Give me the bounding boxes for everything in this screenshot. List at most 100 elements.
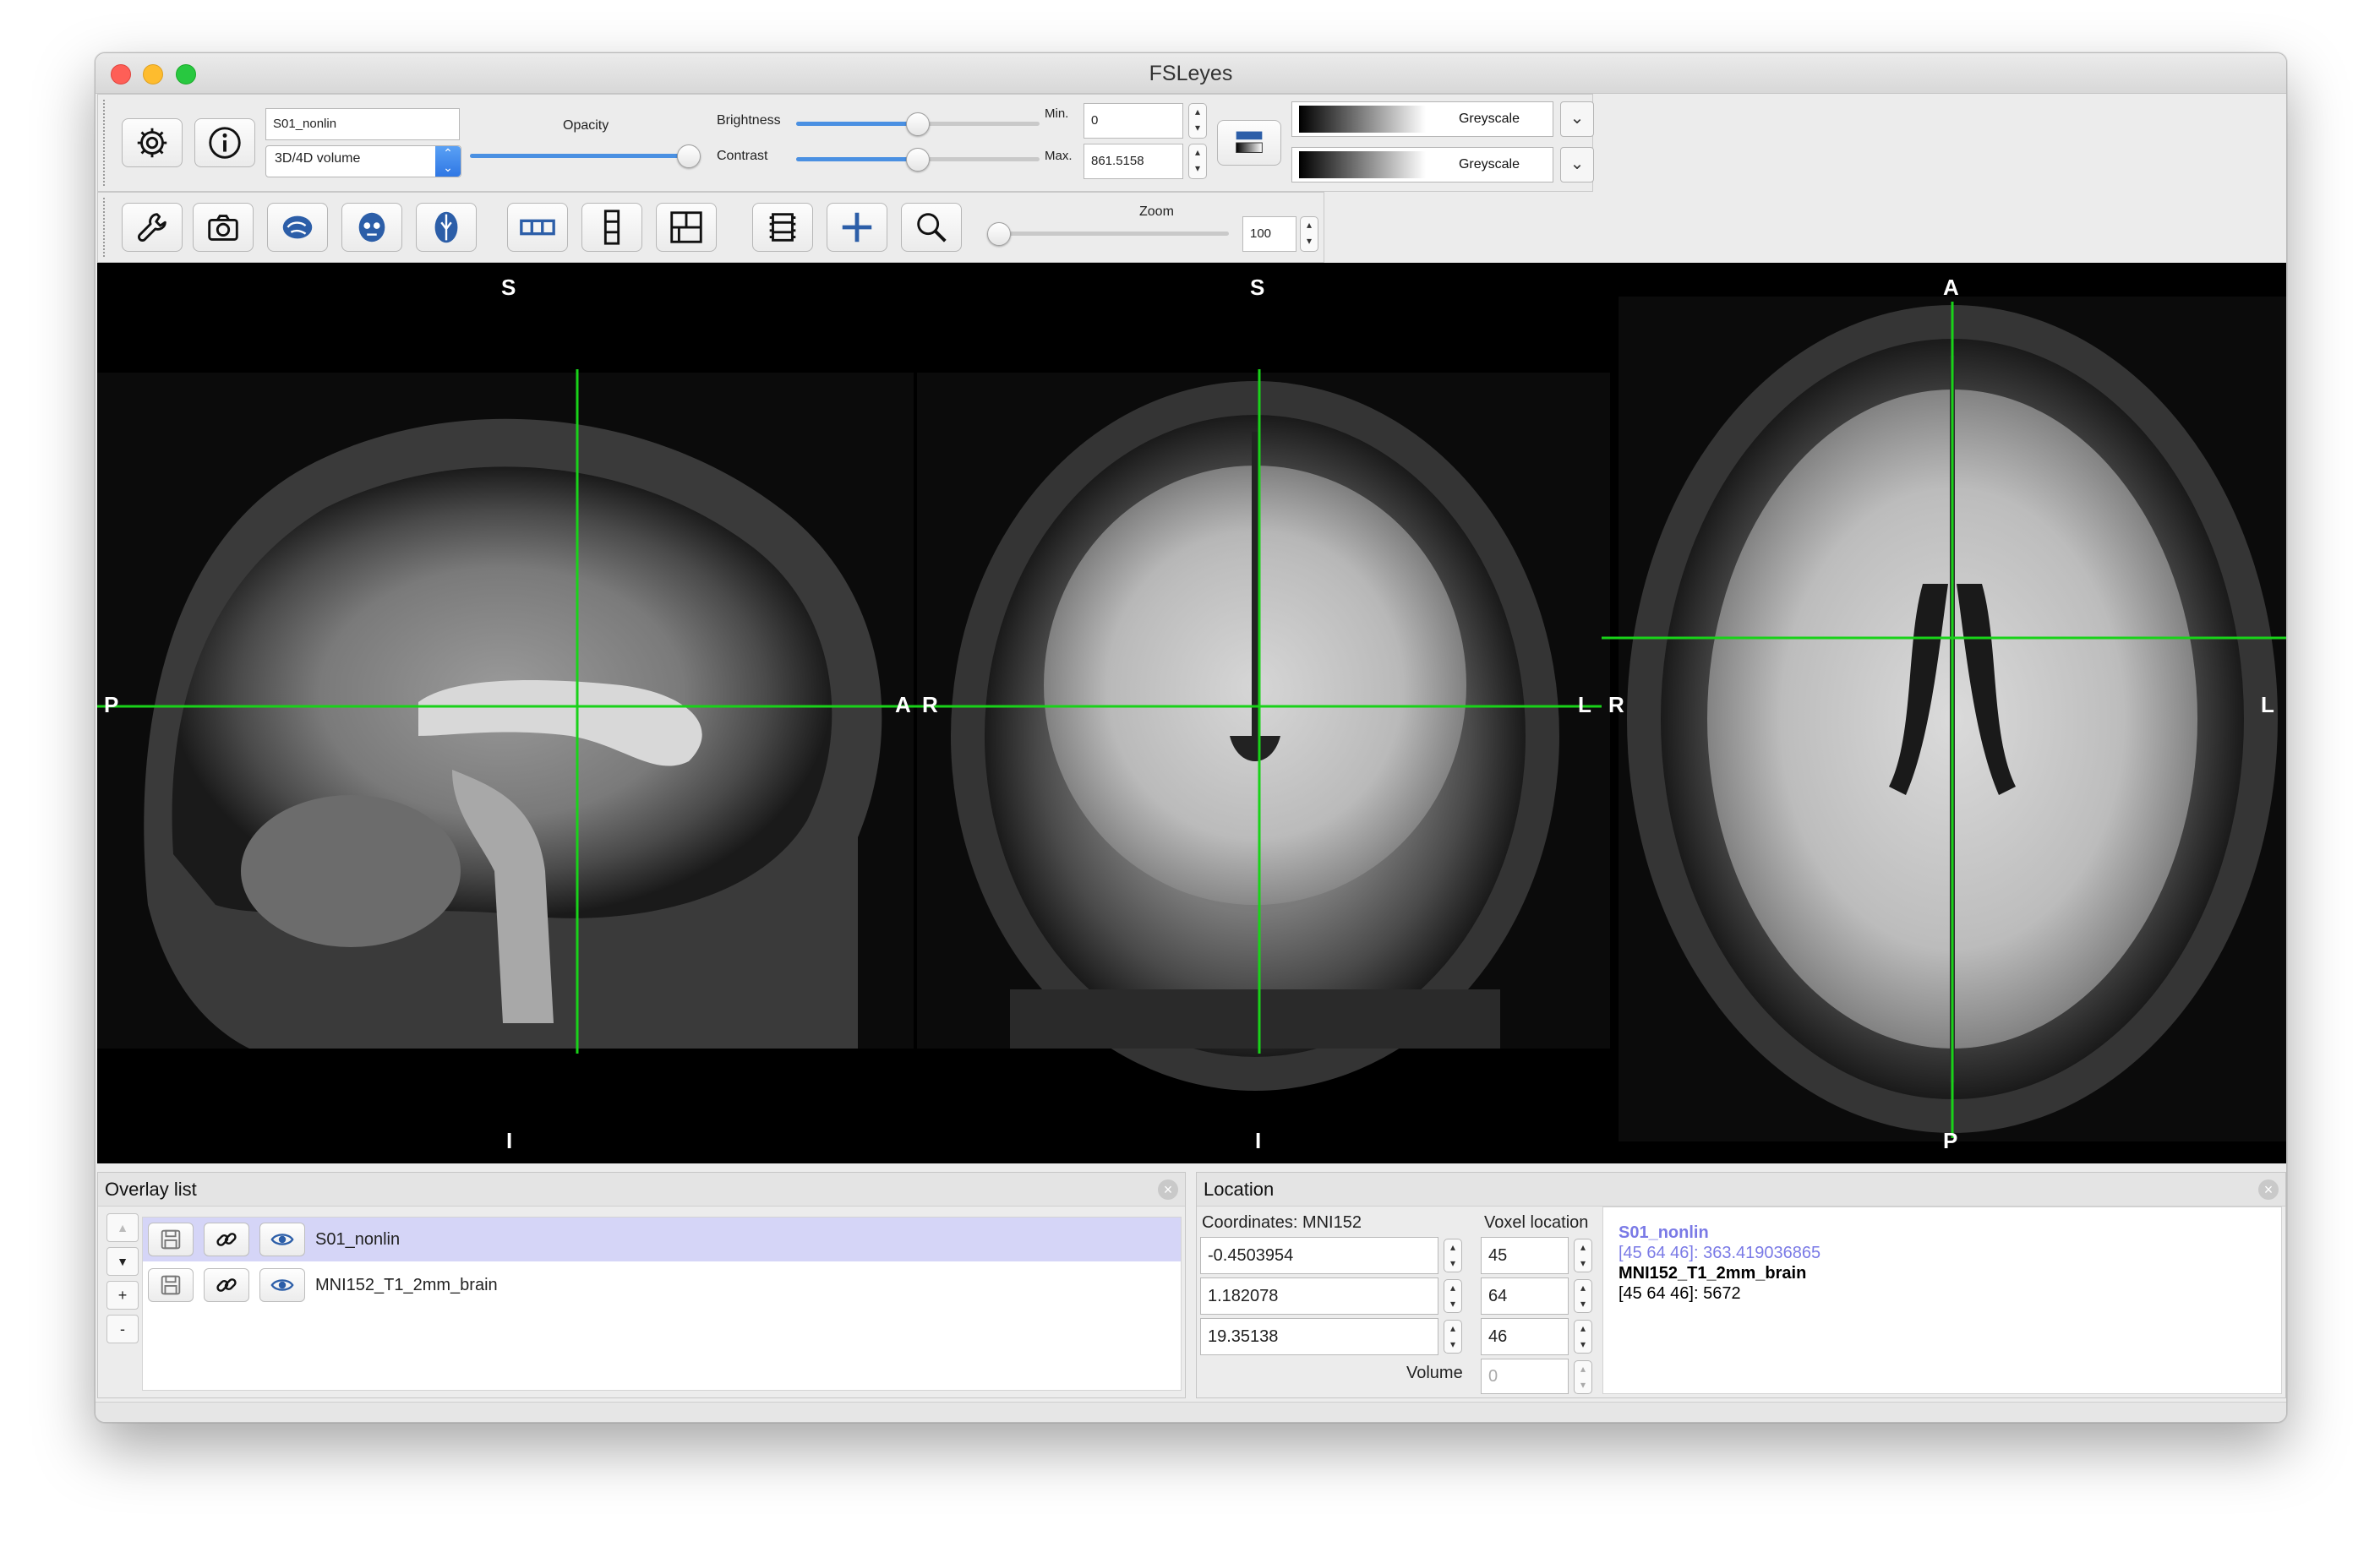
location-panel: Location × Coordinates: MNI152 Voxel loc… <box>1196 1172 2286 1398</box>
coordinate-x-field[interactable]: -0.4503954 <box>1200 1237 1438 1274</box>
chain-link-icon <box>216 1233 237 1246</box>
link-overlay-button[interactable] <box>204 1268 249 1302</box>
coordinate-z-field[interactable]: 19.35138 <box>1200 1318 1438 1355</box>
ortho-view-canvas[interactable]: S I P A S I R L A P R L <box>97 263 2286 1163</box>
toggle-axial-button[interactable] <box>416 203 477 252</box>
move-up-button[interactable]: ▲ <box>106 1213 139 1242</box>
coordinate-y-stepper[interactable]: ▴ ▾ <box>1444 1279 1462 1313</box>
contrast-slider-knob[interactable] <box>906 148 930 172</box>
coordinates-label: Coordinates: MNI152 <box>1202 1213 1362 1232</box>
coordinate-x-stepper[interactable]: ▴ ▾ <box>1444 1239 1462 1272</box>
overlay-list-header: Overlay list <box>98 1173 1185 1207</box>
axial-brain-icon <box>434 211 458 243</box>
coordinate-z-stepper[interactable]: ▴ ▾ <box>1444 1320 1462 1354</box>
colour-map-select-2[interactable]: Greyscale <box>1291 147 1553 182</box>
layout-grid-button[interactable] <box>656 203 717 252</box>
crosshair-plus-icon <box>842 212 872 242</box>
sagittal-left-label: P <box>104 692 119 717</box>
opacity-slider-knob[interactable] <box>677 144 701 168</box>
display-settings-button[interactable] <box>122 118 183 167</box>
brightness-slider-knob[interactable] <box>906 112 930 136</box>
zoom-value-field[interactable]: 100 <box>1242 216 1296 252</box>
overlay-info-button[interactable] <box>194 118 255 167</box>
coronal-bottom-label: I <box>1255 1128 1262 1153</box>
coronal-brain-icon <box>358 212 385 242</box>
screenshot-button[interactable] <box>193 203 254 252</box>
min-value-stepper[interactable]: ▴ ▾ <box>1188 103 1207 139</box>
brightness-slider-fill <box>796 122 918 126</box>
voxel-x-field[interactable]: 45 <box>1481 1237 1569 1274</box>
view-settings-button[interactable] <box>122 203 183 252</box>
zoom-value-stepper[interactable]: ▴ ▾ <box>1300 216 1318 252</box>
max-value-field[interactable]: 861.5158 <box>1084 144 1183 179</box>
reset-zoom-button[interactable] <box>901 203 962 252</box>
wrench-icon <box>138 213 166 242</box>
toggle-coronal-button[interactable] <box>341 203 402 252</box>
overlay-list-area: S01_nonlin MNI152_T1_2mm_brain <box>142 1217 1182 1391</box>
voxel-y-stepper[interactable]: ▴ ▾ <box>1574 1279 1592 1313</box>
opacity-label: Opacity <box>563 118 609 133</box>
sagittal-brain-icon <box>282 215 313 239</box>
voxel-z-stepper[interactable]: ▴ ▾ <box>1574 1320 1592 1354</box>
volume-field[interactable]: 0 <box>1481 1359 1569 1394</box>
info-overlay-1-value: [45 64 46]: 363.419036865 <box>1619 1244 1821 1262</box>
overlay-type-value: 3D/4D volume <box>275 151 361 166</box>
layout-horizontal-button[interactable] <box>507 203 568 252</box>
movie-mode-button[interactable] <box>752 203 813 252</box>
toggle-visibility-button[interactable] <box>259 1223 305 1256</box>
grid-layout-icon <box>670 211 702 243</box>
axial-left-label: R <box>1608 692 1624 717</box>
voxel-x-stepper[interactable]: ▴ ▾ <box>1574 1239 1592 1272</box>
overlay-list-close-icon[interactable]: × <box>1158 1179 1178 1200</box>
toggle-visibility-button[interactable] <box>259 1268 305 1302</box>
axial-bottom-label: P <box>1943 1128 1958 1153</box>
layout-vertical-button[interactable] <box>581 203 642 252</box>
zoom-slider-knob[interactable] <box>987 222 1011 246</box>
save-overlay-button[interactable] <box>148 1268 194 1302</box>
eye-icon <box>270 1279 294 1291</box>
voxel-z-field[interactable]: 46 <box>1481 1318 1569 1355</box>
toolbar-grip-2[interactable] <box>103 198 107 257</box>
move-down-button[interactable]: ▼ <box>106 1247 139 1276</box>
min-value-field[interactable]: 0 <box>1084 103 1183 139</box>
min-label: Min. <box>1045 106 1069 121</box>
link-overlay-button[interactable] <box>204 1223 249 1256</box>
chevron-updown-icon: ⌃ ⌄ <box>435 146 461 177</box>
voxel-location-label: Voxel location <box>1484 1213 1589 1232</box>
save-overlay-button[interactable] <box>148 1223 194 1256</box>
info-overlay-2-name: MNI152_T1_2mm_brain <box>1619 1264 1807 1283</box>
location-close-icon[interactable]: × <box>2258 1179 2279 1200</box>
overlay-row[interactable]: S01_nonlin <box>143 1218 1181 1261</box>
greyscale-swatch <box>1299 106 1426 133</box>
overlay-name: S01_nonlin <box>315 1229 401 1249</box>
volume-stepper[interactable]: ▴ ▾ <box>1574 1360 1592 1394</box>
location-title: Location <box>1204 1179 1275 1200</box>
link-range-button[interactable] <box>1217 120 1281 166</box>
toolbar-grip[interactable] <box>103 100 107 186</box>
vertical-layout-icon <box>603 210 620 245</box>
ortho-toolbar: Zoom 100 ▴ ▾ <box>97 192 1324 263</box>
sagittal-slice <box>97 373 914 1049</box>
overlay-name: MNI152_T1_2mm_brain <box>315 1275 498 1294</box>
overlay-type-select[interactable]: 3D/4D volume ⌃ ⌄ <box>265 145 461 177</box>
overlay-name-field[interactable]: S01_nonlin <box>265 108 460 140</box>
colour-map-select-1[interactable]: Greyscale <box>1291 101 1553 137</box>
voxel-y-field[interactable]: 64 <box>1481 1277 1569 1315</box>
toggle-sagittal-button[interactable] <box>267 203 328 252</box>
sagittal-right-label: A <box>895 692 911 717</box>
colour-map-1-dropdown[interactable]: ⌄ <box>1560 101 1594 137</box>
magnifier-icon <box>917 213 947 242</box>
coordinate-y-field[interactable]: 1.182078 <box>1200 1277 1438 1315</box>
fsleyes-window: FSLeyes S01_nonlin 3D/4D volume ⌃ ⌄ Opaci… <box>95 52 2287 1423</box>
zoom-slider-track[interactable] <box>999 232 1229 236</box>
colour-map-2-dropdown[interactable]: ⌄ <box>1560 147 1594 182</box>
contrast-slider-fill <box>796 157 918 161</box>
overlay-row[interactable]: MNI152_T1_2mm_brain <box>143 1263 1181 1307</box>
overlay-display-toolbar: S01_nonlin 3D/4D volume ⌃ ⌄ Opacity Brigh… <box>97 94 1594 192</box>
sagittal-bottom-label: I <box>506 1128 513 1153</box>
coronal-top-label: S <box>1250 275 1265 300</box>
toggle-cursor-button[interactable] <box>827 203 887 252</box>
add-overlay-button[interactable]: + <box>106 1281 139 1310</box>
max-value-stepper[interactable]: ▴ ▾ <box>1188 144 1207 179</box>
remove-overlay-button[interactable]: - <box>106 1315 139 1343</box>
